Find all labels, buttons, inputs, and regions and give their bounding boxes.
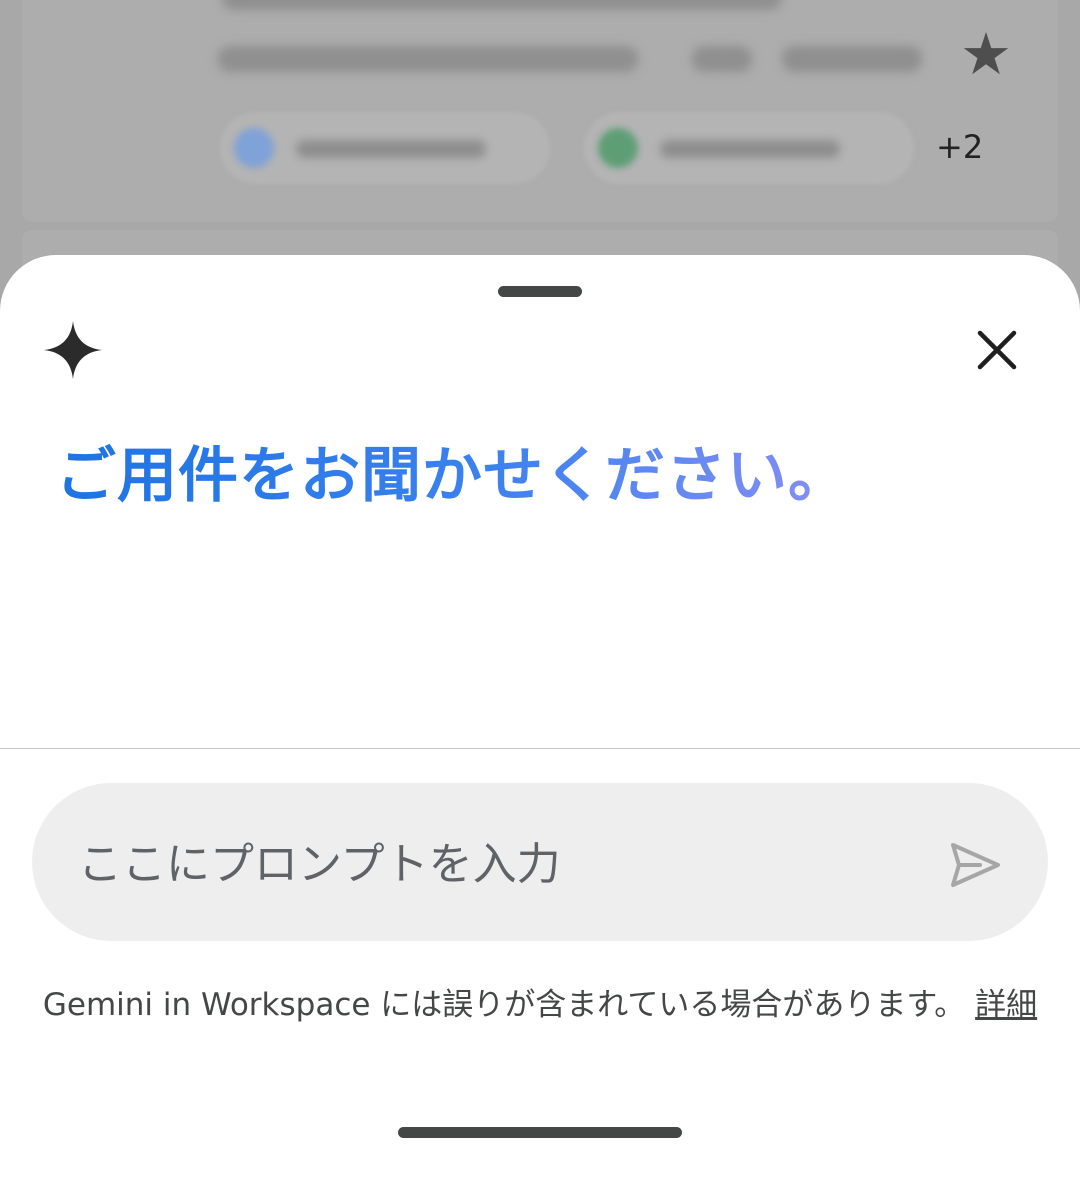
attachment-sheet-icon: [598, 128, 638, 168]
disclaimer: Gemini in Workspace には誤りが含まれている場合があります。 …: [40, 977, 1040, 1033]
details-link[interactable]: 詳細: [975, 987, 1037, 1023]
gemini-bottom-sheet: ご用件をお聞かせください。 Gemini in Workspace には誤りが含…: [0, 255, 1080, 1180]
navigation-handle[interactable]: [398, 1127, 682, 1138]
background-blurred-line: [782, 46, 922, 72]
attachment-chip-label: [660, 140, 840, 158]
close-icon[interactable]: [972, 325, 1022, 375]
prompt-box: [32, 783, 1048, 941]
more-attachments-count: +2: [936, 128, 984, 166]
background-email-card: [22, 0, 1058, 222]
background-blurred-line: [692, 46, 752, 72]
attachment-chip-label: [296, 140, 486, 158]
drag-handle[interactable]: [498, 286, 582, 297]
prompt-input[interactable]: [76, 823, 900, 905]
star-icon: ★: [960, 20, 1012, 88]
send-icon[interactable]: [950, 841, 1002, 889]
attachment-chip: [584, 112, 914, 184]
greeting-heading: ご用件をお聞かせください。: [56, 427, 849, 514]
divider: [0, 748, 1080, 749]
attachment-chip: [220, 112, 550, 184]
background-blurred-line: [218, 46, 638, 72]
background-blurred-line: [222, 0, 782, 10]
sparkle-icon: [43, 320, 103, 380]
disclaimer-text: Gemini in Workspace には誤りが含まれている場合があります。: [42, 987, 966, 1023]
attachment-doc-icon: [234, 128, 274, 168]
